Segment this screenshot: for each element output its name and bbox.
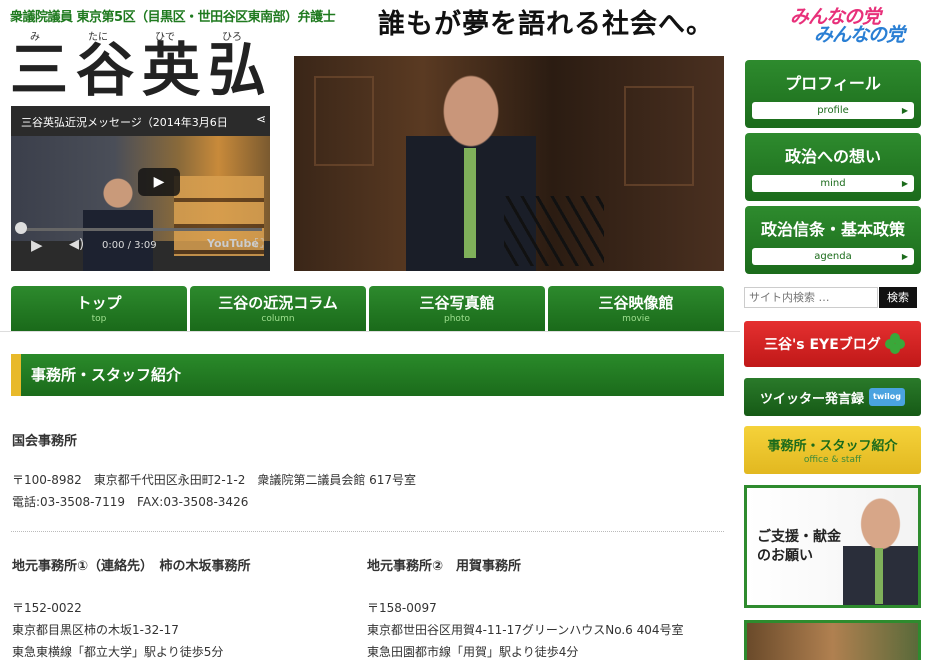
video-progress-bar[interactable]: [19, 228, 262, 231]
search-button[interactable]: 検索: [879, 287, 917, 308]
local-office-1-access: 東急東横線「都立大学」駅より徒歩5分: [12, 645, 224, 659]
sidebar-agenda-button[interactable]: 政治信条・基本政策 agenda ▶: [745, 206, 921, 274]
party-logo[interactable]: みんなの党 みんなの党: [790, 2, 922, 46]
nav-sub: column: [261, 314, 295, 324]
nav-label: 三谷写真館: [419, 294, 495, 312]
sidebar-button-sub: mind: [820, 178, 846, 189]
office-staff-sub: office & staff: [803, 455, 862, 465]
video-time: 0:00 / 3:09: [102, 240, 157, 251]
video-title[interactable]: 三谷英弘近況メッセージ（2014年3月6日: [21, 114, 253, 130]
volume-icon[interactable]: ◀): [69, 237, 84, 252]
hero-photo: [294, 56, 724, 271]
play-control-icon[interactable]: ▶: [31, 236, 43, 254]
section-title: 事務所・スタッフ紹介: [11, 354, 724, 396]
share-icon[interactable]: ⋖: [256, 112, 266, 126]
nav-top[interactable]: トップ top: [11, 286, 187, 331]
nav-label: トップ: [76, 294, 122, 312]
twilog-badge: twilog: [869, 388, 905, 406]
arrow-right-icon: ▶: [901, 252, 908, 261]
nav-label: 三谷の近況コラム: [218, 294, 338, 312]
arrow-right-icon: ▶: [901, 179, 908, 188]
support-text: ご支援・献金 のお願い: [757, 528, 841, 566]
local-office-1-address: 東京都目黒区柿の木坂1-32-17: [12, 623, 179, 637]
photo-banner[interactable]: [744, 620, 921, 660]
video-player[interactable]: 三谷英弘近況メッセージ（2014年3月6日 ⋖ ▶ ▶ ◀) 0:00 / 3:…: [11, 106, 270, 271]
site-slogan: 誰もが夢を語れる社会へ。: [378, 9, 714, 40]
sidebar-button-sub: profile: [817, 105, 849, 116]
photo-microphones: [504, 196, 604, 266]
local-office-2-zip: 〒158-0097: [367, 601, 437, 615]
clover-icon: [885, 333, 905, 354]
twitter-log-label: ツイッター発言録: [760, 392, 865, 407]
play-icon[interactable]: ▶: [138, 168, 180, 196]
local-office-1-zip: 〒152-0022: [12, 601, 82, 615]
sidebar-button-sub: agenda: [814, 251, 852, 262]
youtube-logo[interactable]: YouTube: [207, 237, 259, 250]
sidebar-mind-button[interactable]: 政治への想い mind ▶: [745, 133, 921, 201]
sidebar-button-label: 政治への想い: [784, 147, 881, 166]
sidebar-profile-button[interactable]: プロフィール profile ▶: [745, 60, 921, 128]
sidebar-button-pill: profile ▶: [752, 102, 914, 119]
support-tie: [875, 548, 883, 604]
office-staff-label: 事務所・スタッフ紹介: [767, 439, 898, 454]
divider: [0, 331, 740, 332]
sidebar-button-pill: mind ▶: [752, 175, 914, 192]
local-office-2-access: 東急田園都市線「用賀」駅より徒歩4分: [367, 645, 579, 659]
nav-photo[interactable]: 三谷写真館 photo: [369, 286, 545, 331]
progress-knob[interactable]: [15, 222, 27, 234]
kokkai-office-address: 〒100-8982 東京都千代田区永田町2-1-2 衆議院第二議員会館 617号…: [12, 473, 417, 487]
politician-name[interactable]: 三谷英弘: [10, 40, 274, 100]
nav-sub: movie: [622, 314, 650, 324]
photo-tie: [464, 148, 476, 258]
sidebar-button-label: 政治信条・基本政策: [760, 220, 905, 239]
kokkai-office-title: 国会事務所: [12, 434, 78, 449]
fullscreen-icon[interactable]: ⛶: [255, 236, 263, 251]
site-subtitle: 衆議院議員 東京第5区（目黒区・世田谷区東南部）弁護士: [10, 10, 336, 25]
nav-sub: photo: [444, 314, 470, 324]
nav-column[interactable]: 三谷の近況コラム column: [190, 286, 366, 331]
photo-panel: [314, 76, 374, 166]
twitter-log-button[interactable]: ツイッター発言録 twilog: [744, 378, 921, 416]
nav-sub: top: [91, 314, 107, 324]
local-office-1-title: 地元事務所①（連絡先） 柿の木坂事務所: [12, 559, 251, 574]
support-line-1: ご支援・献金: [757, 529, 841, 545]
party-logo-line2: みんなの党: [814, 24, 905, 46]
office-staff-button[interactable]: 事務所・スタッフ紹介 office & staff: [744, 426, 921, 474]
divider: [11, 531, 724, 532]
blog-button-label: 三谷's EYEブログ: [764, 337, 881, 353]
kokkai-office-phone: 電話:03-3508-7119 FAX:03-3508-3426: [12, 495, 249, 509]
arrow-right-icon: ▶: [901, 106, 908, 115]
nav-label: 三谷映像館: [598, 294, 674, 312]
top-nav: トップ top 三谷の近況コラム column 三谷写真館 photo 三谷映像…: [11, 286, 724, 331]
nav-movie[interactable]: 三谷映像館 movie: [548, 286, 724, 331]
support-donation-banner[interactable]: ご支援・献金 のお願い: [744, 485, 921, 608]
photo-panel: [624, 86, 694, 186]
search-input[interactable]: [744, 287, 878, 308]
sidebar-button-label: プロフィール: [785, 74, 881, 93]
local-office-2-address: 東京都世田谷区用賀4-11-17グリーンハウスNo.6 404号室: [367, 623, 684, 637]
blog-button[interactable]: 三谷's EYEブログ: [744, 321, 921, 367]
support-line-2: のお願い: [757, 548, 813, 564]
sidebar-button-pill: agenda ▶: [752, 248, 914, 265]
local-office-2-title: 地元事務所② 用賀事務所: [367, 559, 522, 574]
